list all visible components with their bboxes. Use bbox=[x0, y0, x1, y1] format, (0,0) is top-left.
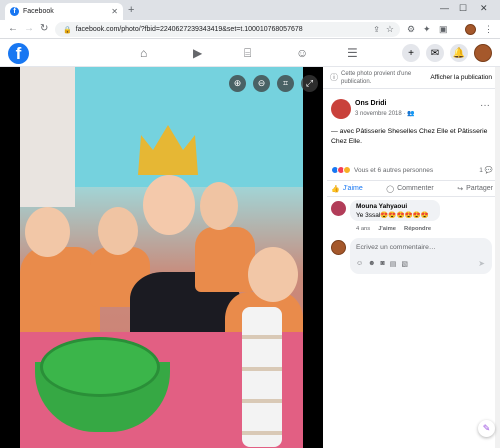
photo-face-1 bbox=[25, 207, 70, 257]
tag-icon[interactable]: ⌗ bbox=[277, 75, 294, 92]
emoji-icon[interactable]: ☻ bbox=[368, 260, 375, 268]
tab-strip: f Facebook ✕ + — ☐ ✕ bbox=[0, 0, 500, 20]
comment-input-box: ☺ ☻ ◙ ▤ ▧ ➤ bbox=[350, 238, 492, 274]
extension-icon[interactable]: ⚙ bbox=[407, 24, 415, 35]
comment-button[interactable]: ◯ Commenter bbox=[386, 185, 433, 193]
notice-bar: ⓘ Cette photo provient d'une publication… bbox=[323, 67, 500, 89]
close-window-icon[interactable]: ✕ bbox=[480, 3, 488, 14]
browser-tab[interactable]: f Facebook ✕ bbox=[5, 3, 123, 20]
reaction-summary[interactable]: Vous et 6 autres personnes 1 💬 bbox=[331, 164, 493, 176]
comment-label: Commenter bbox=[397, 185, 434, 192]
comment-reply-link[interactable]: Répondre bbox=[404, 226, 431, 232]
plus-icon[interactable]: + bbox=[402, 44, 420, 62]
sidebar-icon[interactable]: ▣ bbox=[439, 24, 448, 35]
avatar-sticker-icon[interactable]: ☺ bbox=[356, 260, 363, 268]
photo-child-3 bbox=[195, 227, 255, 292]
author-name[interactable]: Ons Dridi bbox=[355, 100, 387, 107]
share-icon: ↪ bbox=[457, 185, 464, 193]
photo-face-2 bbox=[98, 207, 138, 255]
comment-meta: 4 ans J'aime Répondre bbox=[356, 226, 431, 232]
post-panel: ⓘ Cette photo provient d'une publication… bbox=[323, 67, 500, 448]
gif-icon[interactable]: ▤ bbox=[390, 260, 397, 268]
lock-icon: 🔒 bbox=[63, 26, 72, 34]
my-avatar[interactable] bbox=[331, 240, 346, 255]
like-label: J'aime bbox=[342, 185, 363, 192]
forward-icon[interactable]: → bbox=[24, 23, 34, 34]
info-icon: ⓘ bbox=[330, 73, 338, 82]
photo-cups bbox=[242, 307, 282, 447]
sticker-icon[interactable]: ▧ bbox=[401, 260, 408, 268]
address-bar: ← → ↻ 🔒 facebook.com/photo/?fbid=2240627… bbox=[0, 20, 500, 39]
share-label: Partager bbox=[466, 185, 493, 192]
commenter-avatar[interactable] bbox=[331, 201, 346, 216]
photo-face-4 bbox=[200, 182, 238, 230]
new-tab-icon[interactable]: + bbox=[128, 4, 134, 16]
menu-icon[interactable]: ☰ bbox=[347, 46, 358, 60]
facebook-header: f ⌂ ▶ ⌸ ☺ ☰ + ✉ 🔔 bbox=[0, 40, 500, 67]
comment-count-icon: 💬 bbox=[484, 167, 493, 174]
photo-face-5 bbox=[248, 247, 298, 302]
photo-viewer: ⊕ ⊖ ⌗ ⤢ bbox=[0, 67, 323, 448]
facebook-favicon-icon: f bbox=[10, 7, 19, 16]
post-caption: — avec Pâtisserie Sheselles Chez Elle et… bbox=[331, 128, 488, 145]
bookmark-star-icon[interactable]: ☆ bbox=[386, 24, 394, 35]
zoom-in-icon[interactable]: ⊕ bbox=[229, 75, 246, 92]
browser-window: f Facebook ✕ + — ☐ ✕ ← → ↻ 🔒 facebook.co… bbox=[0, 0, 500, 448]
reaction-text: Vous et 6 autres personnes bbox=[354, 166, 434, 174]
maximize-icon[interactable]: ☐ bbox=[459, 3, 467, 14]
comment-count[interactable]: 1 bbox=[479, 167, 483, 174]
fullscreen-icon[interactable]: ⤢ bbox=[301, 75, 318, 92]
minimize-icon[interactable]: — bbox=[440, 3, 449, 13]
notice-text: Cette photo provient d'une publication. bbox=[341, 71, 412, 85]
comment-bubble: Mouna Yahyaoui Ye 3ssal😍😍😍😍😍😍 bbox=[350, 200, 440, 221]
comment-icon: ◯ bbox=[386, 185, 395, 193]
browser-profile-avatar[interactable] bbox=[465, 24, 476, 35]
share-page-icon[interactable]: ⇪ bbox=[373, 25, 380, 34]
post-date[interactable]: 3 novembre 2018 · 👥 bbox=[355, 110, 415, 117]
comment-tools: ☺ ☻ ◙ ▤ ▧ bbox=[356, 260, 408, 268]
comment-like-link[interactable]: J'aime bbox=[378, 226, 396, 232]
tab-title: Facebook bbox=[23, 8, 54, 15]
thumbs-up-icon: 👍 bbox=[331, 185, 340, 193]
comment-text: Ye 3ssal😍😍😍😍😍😍 bbox=[356, 212, 429, 219]
send-icon[interactable]: ➤ bbox=[478, 259, 485, 268]
puzzle-icon[interactable]: ✦ bbox=[423, 24, 431, 35]
comment-age[interactable]: 4 ans bbox=[356, 226, 370, 232]
show-post-button[interactable]: Afficher la publication bbox=[430, 74, 492, 81]
author-avatar[interactable] bbox=[331, 99, 351, 119]
url-field[interactable]: 🔒 facebook.com/photo/?fbid=2240627239343… bbox=[55, 22, 400, 37]
url-text: facebook.com/photo/?fbid=224062723934341… bbox=[75, 26, 303, 33]
camera-icon[interactable]: ◙ bbox=[381, 260, 385, 268]
browser-menu-icon[interactable]: ⋮ bbox=[484, 24, 493, 35]
wow-reaction-icon bbox=[343, 166, 351, 174]
watch-icon[interactable]: ▶ bbox=[193, 46, 202, 60]
photo-child-left bbox=[20, 247, 100, 337]
photo-face-3 bbox=[143, 175, 195, 235]
back-icon[interactable]: ← bbox=[8, 23, 18, 34]
marketplace-icon[interactable]: ⌸ bbox=[244, 46, 251, 61]
comment-input[interactable] bbox=[356, 240, 484, 254]
photo-shelf bbox=[20, 67, 75, 207]
share-button[interactable]: ↪ Partager bbox=[457, 185, 493, 193]
groups-icon[interactable]: ☺ bbox=[296, 46, 308, 60]
more-options-icon[interactable]: ··· bbox=[480, 100, 490, 111]
scrollbar[interactable] bbox=[495, 67, 500, 448]
messenger-icon[interactable]: ✉ bbox=[426, 44, 444, 62]
like-button[interactable]: 👍 J'aime bbox=[331, 185, 363, 193]
facebook-logo-icon[interactable]: f bbox=[8, 43, 29, 64]
home-icon[interactable]: ⌂ bbox=[140, 46, 147, 60]
tab-close-icon[interactable]: ✕ bbox=[111, 7, 118, 16]
commenter-name[interactable]: Mouna Yahyaoui bbox=[356, 203, 434, 210]
new-message-icon[interactable]: ✎ bbox=[478, 420, 495, 437]
party-photo bbox=[20, 67, 303, 448]
post-actions: 👍 J'aime ◯ Commenter ↪ Partager bbox=[327, 180, 497, 197]
reload-icon[interactable]: ↻ bbox=[40, 23, 48, 34]
zoom-out-icon[interactable]: ⊖ bbox=[253, 75, 270, 92]
notifications-icon[interactable]: 🔔 bbox=[450, 44, 468, 62]
photo-cake-top bbox=[40, 337, 160, 397]
profile-avatar[interactable] bbox=[474, 44, 492, 62]
